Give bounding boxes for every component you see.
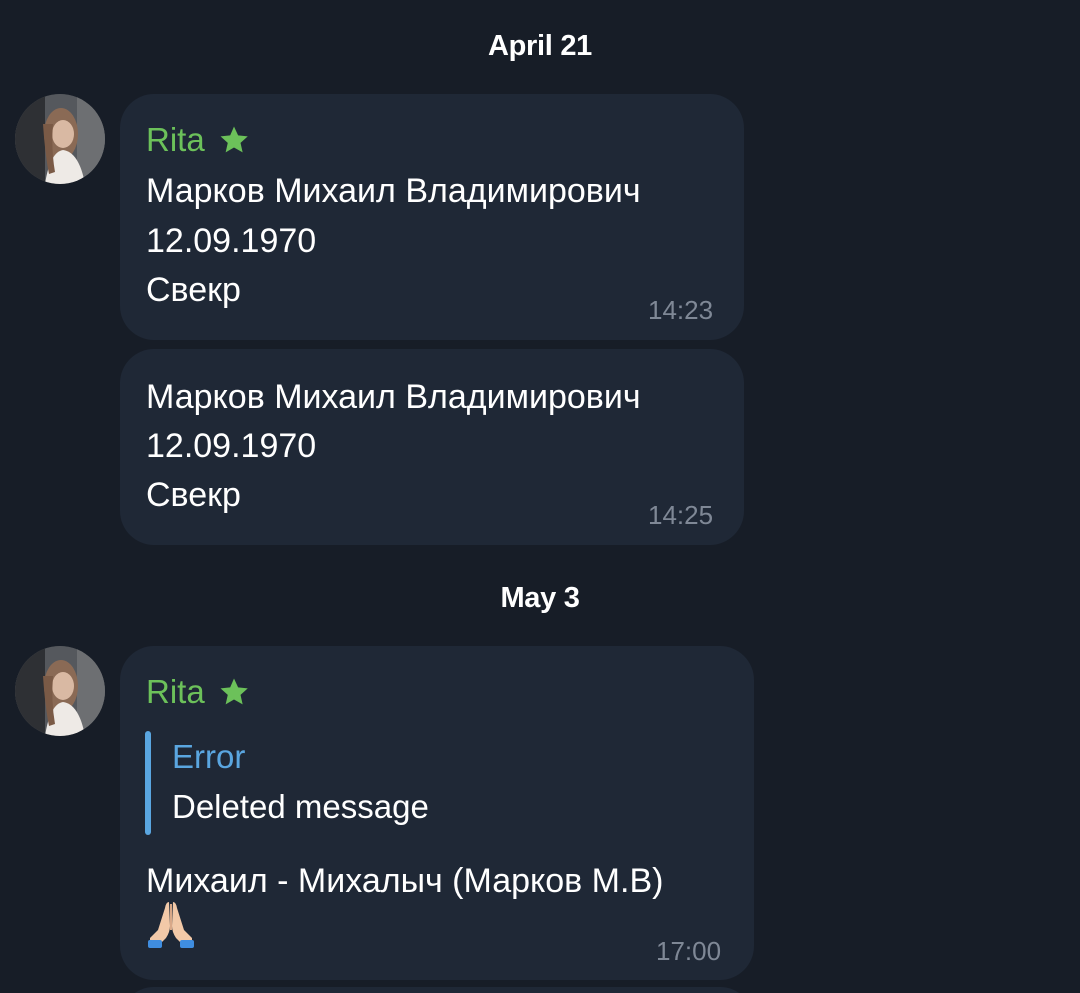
message-timestamp: 14:25 bbox=[648, 500, 714, 530]
avatar[interactable] bbox=[15, 94, 105, 184]
folded-hands-emoji bbox=[148, 902, 194, 948]
sender-name[interactable]: Rita bbox=[146, 120, 251, 160]
message-text-line: Марков Михаил Владимирович bbox=[146, 378, 641, 416]
date-separator: April 21 bbox=[488, 30, 592, 62]
message-timestamp: 17:00 bbox=[656, 936, 722, 966]
reply-text: Deleted message bbox=[172, 788, 429, 825]
message-text-line: 12.09.1970 bbox=[146, 427, 317, 465]
star-icon bbox=[220, 126, 248, 153]
message-bubble[interactable]: Rita Error Deleted message Михаил - Миха… bbox=[120, 646, 754, 980]
avatar-photo bbox=[15, 646, 105, 736]
reply-accent-bar bbox=[145, 731, 151, 835]
sender-name[interactable]: Rita bbox=[146, 672, 251, 712]
message-text-line: Свекр bbox=[146, 271, 241, 309]
avatar[interactable] bbox=[15, 646, 105, 736]
message-text-line: Михаил - Михалыч (Марков М.В) bbox=[146, 862, 664, 900]
message-bubble[interactable] bbox=[120, 987, 754, 993]
date-separator: May 3 bbox=[500, 582, 580, 614]
sender-name-text: Rita bbox=[146, 673, 205, 710]
star-icon bbox=[220, 678, 248, 705]
message-bubble[interactable]: Rita Марков Михаил Владимирович 12.09.19… bbox=[120, 94, 744, 340]
sender-name-text: Rita bbox=[146, 121, 205, 158]
message-timestamp: 14:23 bbox=[648, 295, 714, 325]
message-text-line: Марков Михаил Владимирович bbox=[146, 172, 641, 210]
chat-history[interactable]: April 21 Rita Марков Михаил Владимирович… bbox=[0, 0, 1080, 993]
reply-title: Error bbox=[172, 738, 246, 775]
avatar-photo bbox=[15, 94, 105, 184]
message-text-line: Свекр bbox=[146, 476, 241, 514]
message-text-line: 12.09.1970 bbox=[146, 222, 317, 260]
message-bubble[interactable]: Марков Михаил Владимирович 12.09.1970 Св… bbox=[120, 349, 744, 545]
